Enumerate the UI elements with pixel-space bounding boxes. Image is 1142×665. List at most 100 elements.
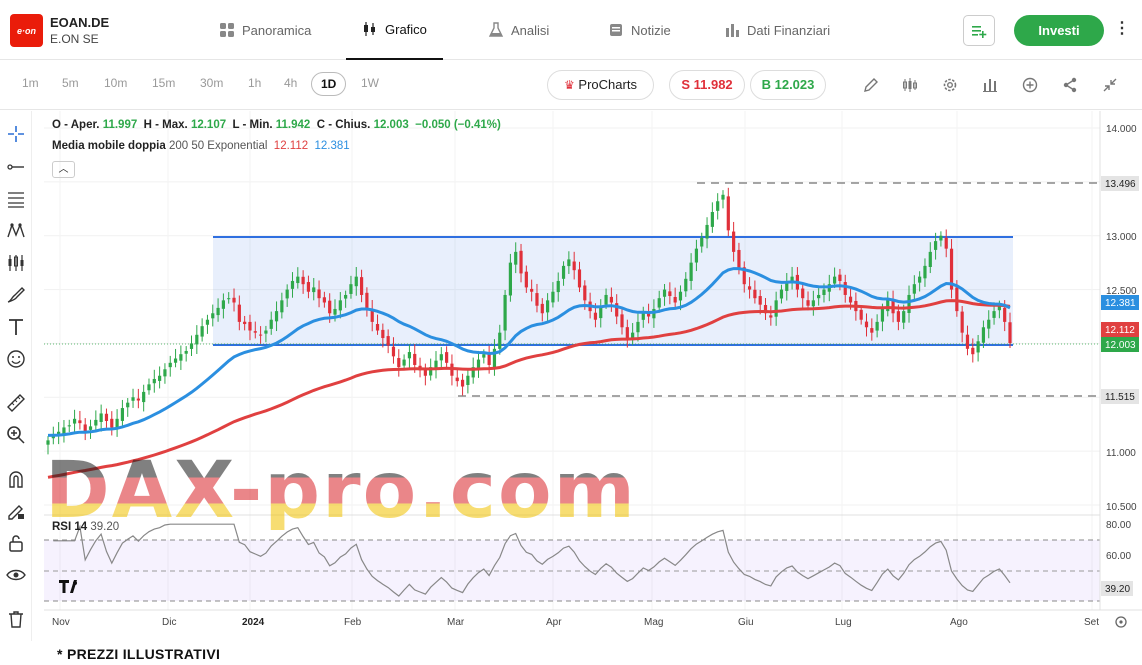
candle-body <box>62 427 66 434</box>
candle-body <box>726 196 730 231</box>
candle-body <box>312 287 316 293</box>
candle-body <box>583 285 587 301</box>
candle-body <box>546 300 550 313</box>
time-tick: 2024 <box>242 617 265 628</box>
candle-body <box>131 397 135 401</box>
candle-body <box>817 294 821 299</box>
support-price-tag: 11.515 <box>1101 389 1139 404</box>
candle-body <box>716 201 720 211</box>
time-tick: Mag <box>644 617 663 628</box>
candle-body <box>774 300 778 317</box>
candle-body <box>673 296 677 303</box>
rsi-legend: RSI 14 39.20 <box>52 521 120 533</box>
candle-body <box>572 261 576 271</box>
candle-body <box>508 262 512 296</box>
candle-body <box>689 262 693 281</box>
candle-body <box>907 294 911 313</box>
candle-body <box>864 321 869 328</box>
candle-body <box>965 334 970 349</box>
candle-body <box>205 319 210 325</box>
svg-text:39.20: 39.20 <box>1105 584 1130 595</box>
price-tick: 10.500 <box>1106 502 1137 513</box>
candle-body <box>822 289 826 295</box>
candle-body <box>152 378 156 384</box>
candle-body <box>875 321 879 331</box>
candle-body <box>88 426 93 430</box>
candle-body <box>413 353 417 365</box>
candle-body <box>211 313 215 319</box>
candle-body <box>747 286 752 290</box>
candle-body <box>301 276 305 285</box>
price-chart[interactable]: 14.000 13.000 12.500 11.000 10.500 13.49… <box>0 0 1142 640</box>
candle-body <box>163 369 167 377</box>
candle-body <box>923 265 927 279</box>
candle-body <box>886 300 890 312</box>
disclaimer: * PREZZI ILLUSTRATIVI <box>57 646 221 662</box>
candle-body <box>173 358 178 363</box>
candle-body <box>843 282 847 295</box>
candle-body <box>625 327 629 339</box>
candle-body <box>987 319 991 329</box>
candle-body <box>349 284 353 294</box>
svg-text:12.112: 12.112 <box>1105 325 1135 336</box>
candle-body <box>189 343 194 349</box>
candle-body <box>258 334 263 336</box>
settings-icon[interactable] <box>1115 616 1127 628</box>
rsi-value-tag: 39.20 <box>1101 581 1133 596</box>
candle-body <box>519 250 523 274</box>
ma-legend: Media mobile doppia 200 50 Exponential 1… <box>52 140 350 152</box>
time-tick: Ago <box>950 617 968 628</box>
last-price-tag: 12.003 <box>1101 337 1139 352</box>
candle-body <box>322 297 326 303</box>
time-tick: Apr <box>546 617 562 628</box>
resistance-price-tag: 13.496 <box>1101 176 1139 191</box>
watermark: DAX-pro.com <box>45 446 637 536</box>
candle-body <box>402 359 406 366</box>
candle-body <box>498 332 502 349</box>
price-tick: 13.000 <box>1106 232 1137 243</box>
candle-body <box>577 269 582 288</box>
candle-body <box>253 331 257 333</box>
candle-body <box>338 300 342 311</box>
candle-body <box>758 296 762 305</box>
candle-body <box>221 300 225 309</box>
candle-body <box>912 284 916 294</box>
candle-body <box>1008 322 1012 344</box>
candle-body <box>94 419 98 426</box>
candle-body <box>232 297 236 303</box>
candle-body <box>439 354 443 361</box>
candle-body <box>567 259 571 267</box>
candle-body <box>237 304 241 322</box>
collapse-legend-button[interactable]: ︿ <box>52 161 75 178</box>
candle-body <box>514 251 518 265</box>
candle-body <box>609 296 613 303</box>
ohlc-legend: O - Aper. 11.997 H - Max. 12.107 L - Min… <box>52 119 501 131</box>
ema-50-price-tag: 12.381 <box>1101 295 1139 310</box>
svg-text:13.496: 13.496 <box>1105 179 1136 190</box>
candle-body <box>971 347 975 355</box>
candle-body <box>678 291 683 301</box>
candle-body <box>407 352 412 359</box>
candle-body <box>365 292 369 309</box>
candle-body <box>46 440 50 445</box>
candle-body <box>870 328 874 333</box>
time-tick: Mar <box>447 617 465 628</box>
candle-body <box>290 280 295 289</box>
svg-text:12.003: 12.003 <box>1105 340 1136 351</box>
rsi-tick: 60.00 <box>1106 551 1131 562</box>
candle-body <box>981 327 986 343</box>
candle-body <box>487 353 491 365</box>
candle-body <box>896 311 900 322</box>
candle-body <box>694 248 699 263</box>
time-tick: Lug <box>835 617 852 628</box>
candle-body <box>466 375 470 385</box>
candle-body <box>561 265 566 279</box>
candle-body <box>556 280 560 293</box>
candle-body <box>662 289 667 297</box>
candle-body <box>248 321 252 331</box>
candle-body <box>285 289 289 299</box>
time-tick: Set <box>1084 617 1099 628</box>
candle-body <box>72 418 77 424</box>
candle-body <box>928 251 932 267</box>
candle-body <box>684 278 688 292</box>
